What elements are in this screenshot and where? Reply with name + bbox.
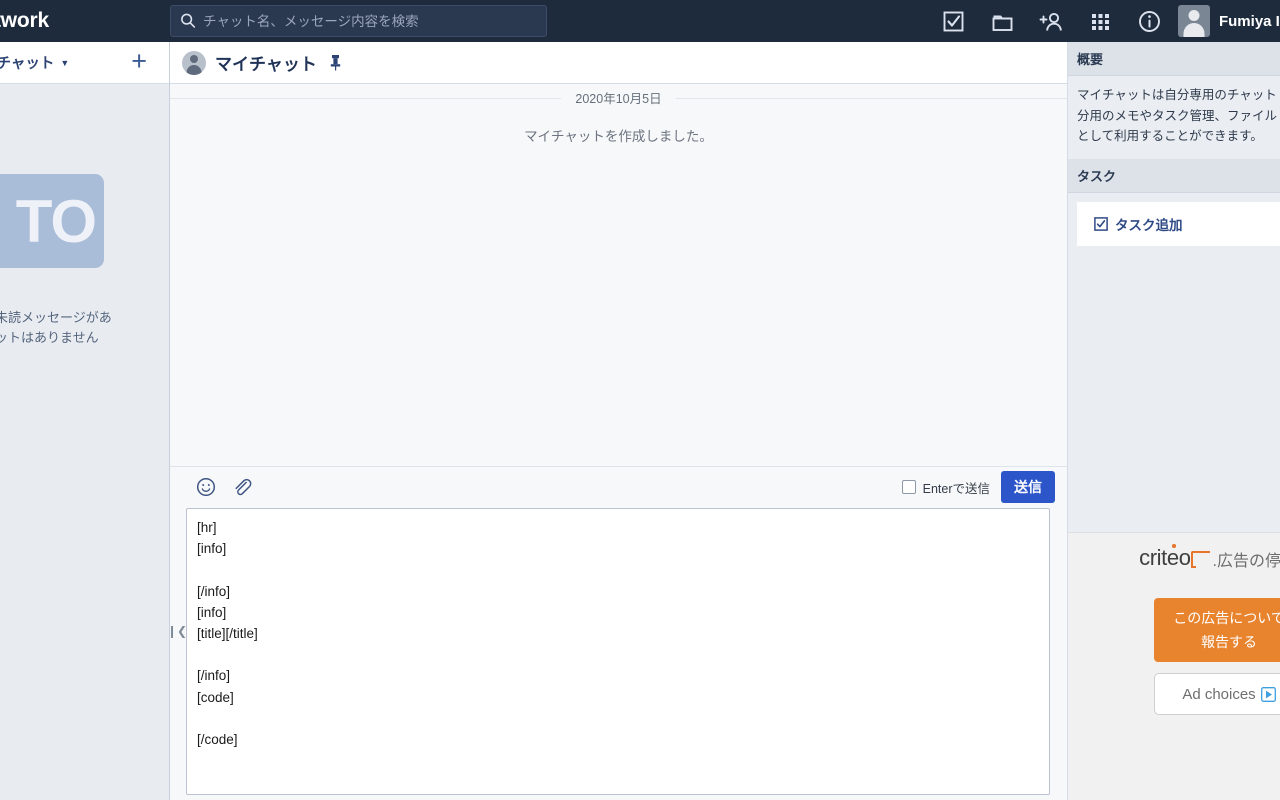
paperclip-icon[interactable]	[232, 477, 252, 497]
add-task-button[interactable]: タスク追加	[1077, 202, 1280, 246]
add-contact-icon[interactable]	[1039, 9, 1064, 34]
add-chat-button[interactable]: +	[131, 48, 147, 75]
report-ad-line-2: 報告する	[1164, 630, 1280, 654]
apps-grid-icon[interactable]	[1088, 9, 1113, 34]
report-ad-button[interactable]: この広告について 報告する	[1154, 598, 1280, 662]
right-info-panel: 概要 マイチャットは自分専用のチャット 分用のメモやタスク管理、ファイル として…	[1067, 42, 1280, 800]
page-title: マイチャット	[215, 50, 317, 75]
report-ad-line-1: この広告について	[1164, 606, 1280, 630]
global-header: twork	[0, 0, 1280, 42]
enter-to-send-checkbox[interactable]	[902, 480, 916, 494]
date-divider-label: 2020年10月5日	[561, 92, 675, 106]
sidebar-collapse-handle[interactable]: ❙❮	[170, 608, 184, 654]
chevron-down-icon: ▼	[60, 58, 69, 68]
avatar	[1178, 5, 1210, 37]
pin-icon[interactable]	[329, 54, 342, 71]
account-name: Fumiya Ito	[1219, 13, 1280, 30]
date-divider: 2020年10月5日	[170, 88, 1067, 108]
chatwork-app: twork	[0, 0, 1280, 800]
send-button[interactable]: 送信	[1001, 471, 1055, 503]
criteo-wordmark: criteo	[1139, 545, 1190, 570]
adchoices-triangle-icon	[1261, 687, 1276, 702]
sidebar-chat-list: TO の未読メッセージがあ ャットはありません	[0, 84, 169, 800]
header-icon-group	[941, 0, 1162, 42]
ad-choices-button[interactable]: Ad choices	[1154, 673, 1280, 715]
checkbox-check-icon	[1094, 217, 1108, 231]
task-checkbox-icon[interactable]	[941, 9, 966, 34]
search-input[interactable]	[203, 14, 538, 29]
overview-section-header: 概要	[1068, 42, 1280, 76]
task-section-header: タスク	[1068, 159, 1280, 193]
account-menu[interactable]: Fumiya Ito	[1178, 0, 1280, 42]
overview-line-2: 分用のメモやタスク管理、ファイル	[1077, 106, 1271, 127]
advertisement-panel: criteo .広告の停 この広告について 報告する Ad choices	[1068, 532, 1280, 800]
add-task-label: タスク追加	[1115, 214, 1183, 234]
message-list: 2020年10月5日 マイチャットを作成しました。	[170, 84, 1067, 466]
ad-brand-row: criteo .広告の停	[1068, 533, 1280, 571]
empty-state-logo: TO	[0, 174, 104, 268]
empty-state-line-2: ャットはありません	[0, 328, 172, 348]
app-brand-logo: twork	[0, 9, 49, 33]
info-icon[interactable]	[1137, 9, 1162, 34]
compose-toolbar: Enterで送信 送信	[170, 467, 1067, 507]
system-message: マイチャットを作成しました。	[170, 125, 1067, 145]
enter-to-send-label: Enterで送信	[923, 478, 990, 497]
search-box[interactable]	[170, 5, 547, 37]
search-icon	[179, 12, 197, 30]
sidebar-header: るチャット ▼ +	[0, 42, 169, 84]
left-sidebar: るチャット ▼ + TO の未読メッセージがあ ャットはありません	[0, 42, 170, 800]
compose-send-group: Enterで送信 送信	[902, 471, 1055, 503]
folder-icon[interactable]	[990, 9, 1015, 34]
compose-tools	[196, 477, 252, 497]
chat-filter-label: るチャット	[0, 52, 54, 73]
overview-line-3: として利用することができます。	[1077, 126, 1271, 147]
overview-line-1: マイチャットは自分専用のチャット	[1077, 85, 1271, 106]
chat-avatar-icon	[182, 51, 206, 75]
criteo-logo: criteo	[1139, 545, 1211, 571]
ad-choices-label: Ad choices	[1182, 686, 1255, 703]
emoji-icon[interactable]	[196, 477, 216, 497]
empty-state-line-1: の未読メッセージがあ	[0, 308, 172, 328]
message-input[interactable]	[186, 508, 1050, 795]
message-compose-area: Enterで送信 送信	[170, 466, 1067, 800]
empty-state-message: の未読メッセージがあ ャットはありません	[0, 308, 172, 348]
ad-tail-text: .広告の停	[1213, 547, 1280, 571]
enter-to-send-toggle[interactable]: Enterで送信	[902, 478, 990, 497]
criteo-hook-icon	[1191, 551, 1210, 567]
criteo-dot-icon	[1172, 544, 1176, 548]
chat-filter-dropdown[interactable]: るチャット ▼	[0, 52, 69, 73]
overview-description: マイチャットは自分専用のチャット 分用のメモやタスク管理、ファイル として利用す…	[1068, 76, 1280, 159]
chat-header: マイチャット	[170, 42, 1067, 84]
